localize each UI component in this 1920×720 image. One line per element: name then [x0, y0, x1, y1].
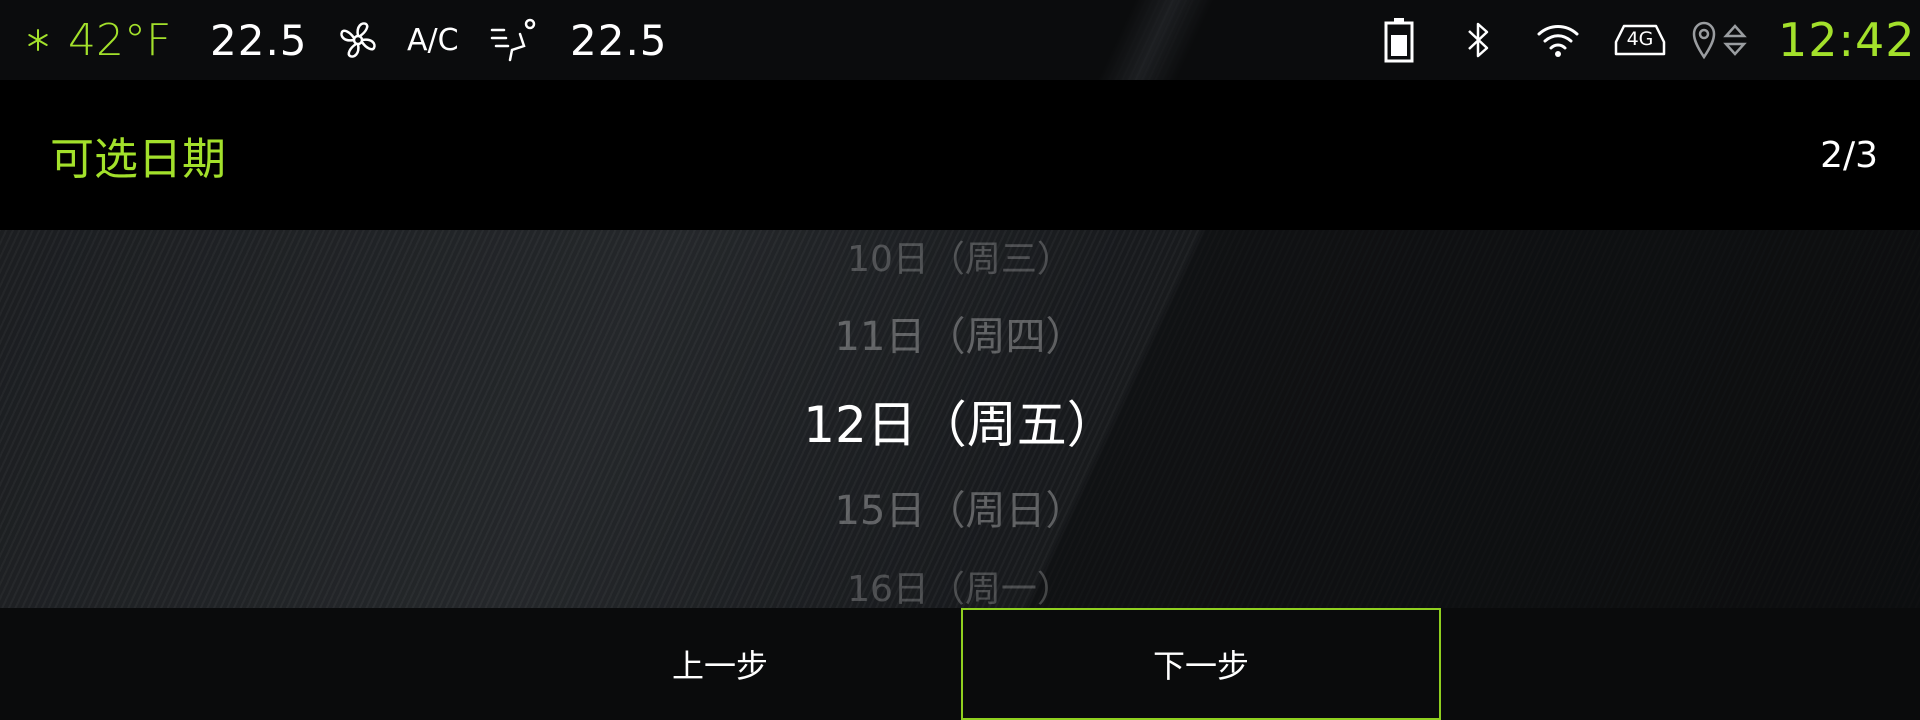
ac-button[interactable]: A/C	[407, 0, 459, 80]
next-step-button[interactable]: 下一步	[961, 608, 1441, 720]
bluetooth-icon	[1463, 0, 1493, 80]
previous-step-button[interactable]: 上一步	[480, 608, 960, 720]
wifi-icon	[1536, 0, 1580, 80]
page-header: 可选日期 2/3	[0, 80, 1920, 230]
footer-bar: 上一步 下一步	[0, 608, 1920, 720]
driver-temperature[interactable]: 22.5	[210, 0, 308, 80]
date-picker-wheel[interactable]: 10日（周三） 11日（周四） 12日（周五） 15日（周日） 16日（周一）	[0, 230, 1920, 608]
network-4g-icon: 4G	[1612, 0, 1668, 80]
date-option[interactable]: 15日（周日）	[0, 478, 1920, 536]
date-option[interactable]: 10日（周三）	[0, 230, 1920, 282]
network-label: 4G	[1626, 28, 1654, 50]
date-option-selected[interactable]: 12日（周五）	[0, 385, 1920, 457]
snowflake-icon[interactable]	[26, 0, 50, 80]
seat-airflow-icon[interactable]	[490, 0, 540, 80]
date-option[interactable]: 11日（周四）	[0, 304, 1920, 362]
battery-icon	[1384, 0, 1414, 80]
passenger-temperature[interactable]: 22.5	[570, 0, 668, 80]
status-bar: 42°F 22.5 A/C 22.5 4G 12:42	[0, 0, 1920, 80]
location-icon	[1690, 0, 1748, 80]
fan-icon[interactable]	[336, 0, 380, 80]
clock: 12:42	[1778, 13, 1916, 67]
outside-temperature: 42°F	[68, 14, 172, 66]
date-option[interactable]: 16日（周一）	[0, 560, 1920, 608]
page-title: 可选日期	[50, 134, 226, 185]
page-indicator: 2/3	[1820, 134, 1878, 176]
